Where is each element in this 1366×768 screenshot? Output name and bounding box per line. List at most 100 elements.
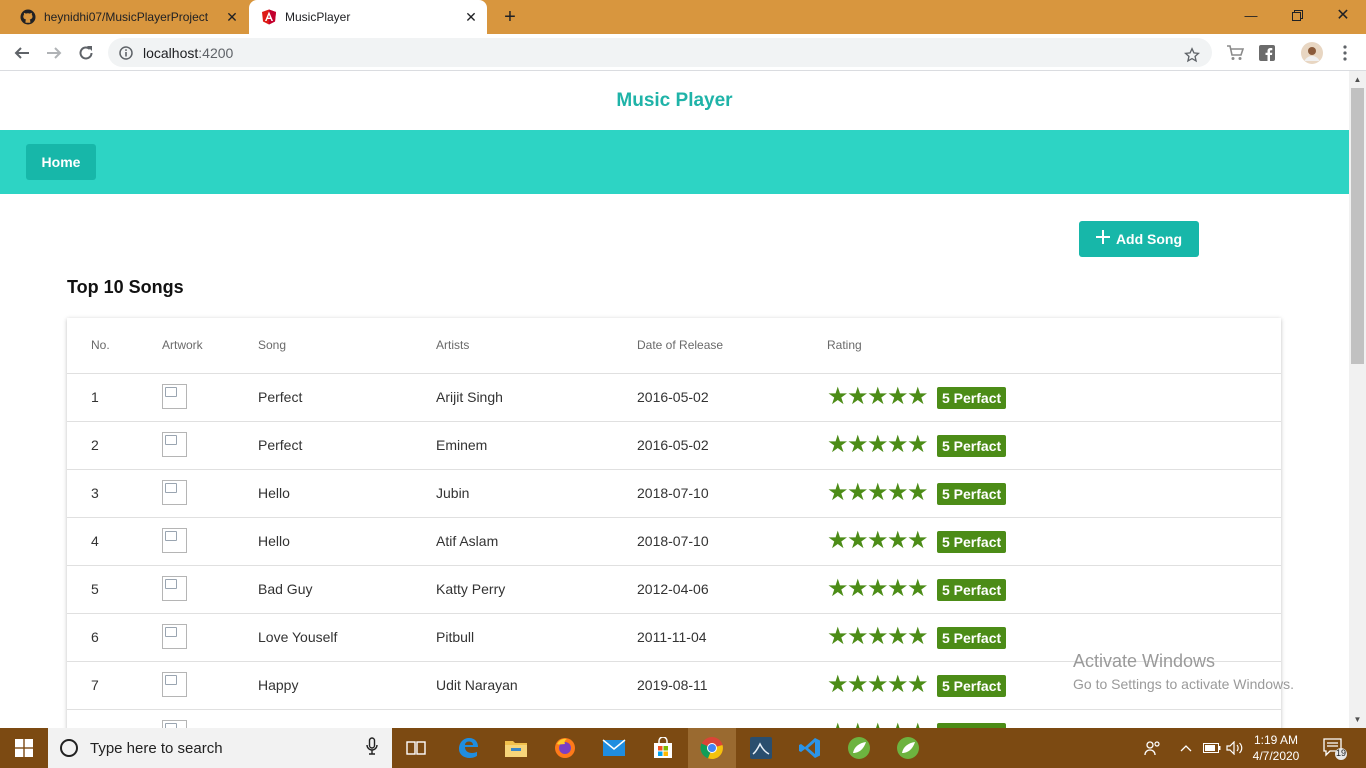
table-row[interactable]: ★★★★★5 Perfact: [67, 710, 1281, 728]
star-icon[interactable]: ★: [867, 385, 889, 409]
rating-stars[interactable]: ★★★★★: [827, 625, 929, 649]
star-icon[interactable]: ★: [907, 529, 929, 553]
action-center-icon[interactable]: 19: [1322, 728, 1348, 768]
tray-chevron-up-icon[interactable]: [1180, 728, 1192, 768]
star-icon[interactable]: ★: [847, 433, 869, 457]
tab-musicplayer[interactable]: MusicPlayer ✕: [249, 0, 487, 34]
windows-start-icon[interactable]: [0, 728, 48, 768]
star-icon[interactable]: ★: [887, 625, 909, 649]
tab-github[interactable]: heynidhi07/MusicPlayerProject ✕: [8, 0, 248, 34]
star-icon[interactable]: ★: [907, 577, 929, 601]
star-icon[interactable]: ★: [907, 721, 929, 729]
star-icon[interactable]: ★: [907, 481, 929, 505]
star-icon[interactable]: ★: [867, 481, 889, 505]
table-row[interactable]: 4 Hello Atif Aslam 2018-07-10 ★ ★ ★ ★ ★ 5 Perfact: [67, 518, 1281, 566]
star-icon[interactable]: ★: [867, 625, 889, 649]
star-icon[interactable]: ★: [887, 481, 909, 505]
star-icon[interactable]: ★: [827, 625, 849, 649]
rating-stars[interactable]: ★★★★★: [827, 721, 929, 729]
chrome-menu-icon[interactable]: [1334, 42, 1356, 64]
restore-icon[interactable]: [1274, 0, 1320, 30]
task-view-icon[interactable]: [400, 732, 432, 764]
facebook-extension-icon[interactable]: [1256, 42, 1278, 64]
header-artists: Artists: [436, 338, 470, 352]
edge-icon[interactable]: [452, 732, 484, 764]
star-icon[interactable]: ★: [847, 673, 869, 697]
table-row[interactable]: 2 Perfect Eminem 2016-05-02 ★ ★ ★ ★ ★ 5 Perfact: [67, 422, 1281, 470]
volume-icon[interactable]: [1226, 728, 1244, 768]
star-icon[interactable]: ★: [887, 529, 909, 553]
close-icon[interactable]: ✕: [461, 7, 481, 27]
vscode-icon[interactable]: [794, 732, 826, 764]
star-icon[interactable]: ★: [907, 385, 929, 409]
close-icon[interactable]: ✕: [222, 7, 242, 27]
star-icon[interactable]: ★: [867, 577, 889, 601]
cart-extension-icon[interactable]: [1224, 42, 1246, 64]
star-icon[interactable]: ★: [847, 577, 869, 601]
star-icon[interactable]: ★: [887, 577, 909, 601]
star-icon[interactable]: ★: [827, 721, 849, 729]
chrome-icon[interactable]: [696, 732, 728, 764]
star-icon[interactable]: ★: [827, 673, 849, 697]
star-icon[interactable]: ★: [867, 529, 889, 553]
rating-stars[interactable]: ★★★★★: [827, 481, 929, 505]
add-song-button[interactable]: Add Song: [1079, 221, 1199, 257]
star-icon[interactable]: ★: [827, 529, 849, 553]
scroll-down-arrow-icon[interactable]: ▼: [1353, 715, 1362, 724]
star-icon[interactable]: ★: [867, 433, 889, 457]
rating-stars[interactable]: ★★★★★: [827, 577, 929, 601]
rating-stars[interactable]: ★★★★★: [827, 529, 929, 553]
star-icon[interactable]: ★: [847, 385, 869, 409]
bookmark-star-icon[interactable]: [1182, 44, 1202, 68]
mysql-workbench-icon[interactable]: [745, 732, 777, 764]
star-icon[interactable]: ★: [847, 625, 869, 649]
taskbar-clock[interactable]: 1:19 AM 4/7/2020: [1246, 732, 1306, 764]
table-row[interactable]: 1 Perfect Arijit Singh 2016-05-02 ★ ★ ★ ★ ★ 5 Per…: [67, 374, 1281, 422]
forward-arrow-icon[interactable]: [41, 40, 67, 66]
star-icon[interactable]: ★: [867, 721, 889, 729]
star-icon[interactable]: ★: [887, 433, 909, 457]
star-icon[interactable]: ★: [827, 385, 849, 409]
star-icon[interactable]: ★: [847, 481, 869, 505]
star-icon[interactable]: ★: [887, 673, 909, 697]
star-icon[interactable]: ★: [867, 673, 889, 697]
rating-stars[interactable]: ★★★★★: [827, 433, 929, 457]
table-row[interactable]: 3 Hello Jubin 2018-07-10 ★ ★ ★ ★ ★ 5 Perfact: [67, 470, 1281, 518]
mail-icon[interactable]: [598, 732, 630, 764]
home-button[interactable]: Home: [26, 144, 96, 180]
address-bar[interactable]: localhost:4200: [108, 38, 1212, 67]
new-tab-plus-icon[interactable]: +: [498, 5, 522, 29]
star-icon[interactable]: ★: [827, 481, 849, 505]
window-close-icon[interactable]: ✕: [1320, 0, 1366, 30]
profile-avatar[interactable]: [1300, 41, 1324, 65]
scroll-up-arrow-icon[interactable]: ▲: [1353, 75, 1362, 84]
firefox-icon[interactable]: [549, 732, 581, 764]
battery-icon[interactable]: [1203, 728, 1221, 768]
file-explorer-icon[interactable]: [500, 732, 532, 764]
star-icon[interactable]: ★: [907, 625, 929, 649]
star-icon[interactable]: ★: [907, 673, 929, 697]
table-row[interactable]: 5 Bad Guy Katty Perry 2012-04-06 ★ ★ ★ ★ ★ 5 Perf…: [67, 566, 1281, 614]
star-icon[interactable]: ★: [847, 721, 869, 729]
minimize-icon[interactable]: —: [1228, 0, 1274, 30]
spring-tool-icon[interactable]: [843, 732, 875, 764]
reload-icon[interactable]: [73, 40, 99, 66]
microphone-icon[interactable]: [366, 736, 378, 760]
rating-stars[interactable]: ★★★★★: [827, 385, 929, 409]
star-icon[interactable]: ★: [887, 385, 909, 409]
rating-stars[interactable]: ★★★★★: [827, 673, 929, 697]
star-icon[interactable]: ★: [887, 721, 909, 729]
scrollbar-thumb[interactable]: [1351, 88, 1364, 364]
star-icon[interactable]: ★: [907, 433, 929, 457]
store-icon[interactable]: [647, 732, 679, 764]
taskbar-search-box[interactable]: Type here to search: [48, 728, 392, 768]
info-icon[interactable]: [119, 45, 133, 60]
people-icon[interactable]: [1144, 728, 1162, 768]
star-icon[interactable]: ★: [827, 433, 849, 457]
star-icon[interactable]: ★: [847, 529, 869, 553]
cell-no: 7: [91, 677, 99, 693]
star-icon[interactable]: ★: [827, 577, 849, 601]
spring-tool-2-icon[interactable]: [892, 732, 924, 764]
page-scrollbar[interactable]: ▲ ▼: [1349, 71, 1366, 728]
back-arrow-icon[interactable]: [9, 40, 35, 66]
